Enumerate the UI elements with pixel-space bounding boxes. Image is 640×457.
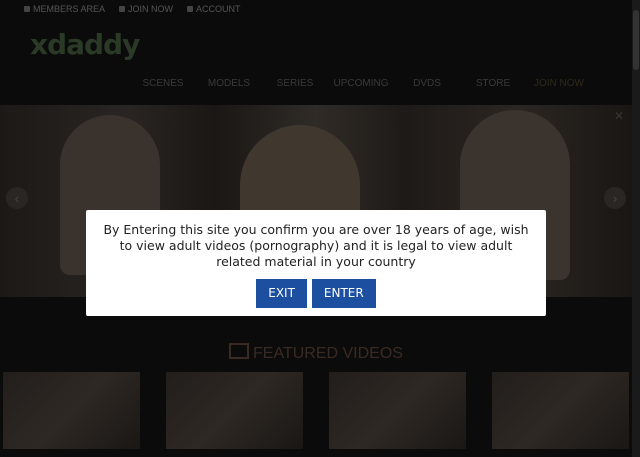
exit-button[interactable]: EXIT <box>256 279 307 308</box>
age-gate-message: By Entering this site you confirm you ar… <box>103 222 529 269</box>
enter-button[interactable]: ENTER <box>311 279 376 308</box>
age-gate-buttons: EXIT ENTER <box>86 279 546 308</box>
age-gate-modal: By Entering this site you confirm you ar… <box>86 210 546 316</box>
age-gate-overlay: By Entering this site you confirm you ar… <box>0 0 640 457</box>
